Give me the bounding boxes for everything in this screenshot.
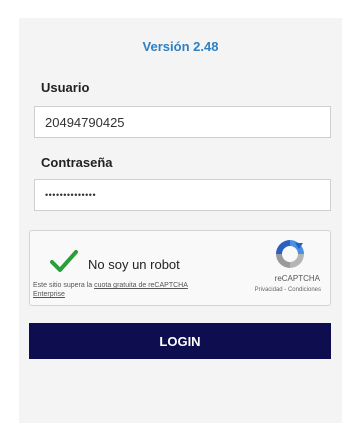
version-label: Versión 2.48	[142, 39, 219, 54]
login-button[interactable]: LOGIN	[29, 323, 331, 359]
password-label: Contraseña	[41, 155, 113, 170]
username-label: Usuario	[41, 80, 90, 95]
quota-text: Este sitio supera la	[33, 282, 93, 289]
privacy-link[interactable]: Privacidad	[255, 287, 283, 293]
login-panel: Versión 2.48 Usuario 20494790425 Contras…	[19, 18, 342, 423]
password-value: ••••••••••••••	[45, 190, 97, 200]
recaptcha-logo-icon	[273, 237, 307, 271]
recaptcha-checkbox-label: No soy un robot	[88, 257, 180, 272]
recaptcha-links: Privacidad - Condiciones	[255, 287, 321, 293]
terms-link[interactable]: Condiciones	[288, 287, 321, 293]
checkmark-icon[interactable]	[49, 248, 79, 279]
recaptcha-brand: reCAPTCHA	[274, 274, 320, 283]
username-value: 20494790425	[45, 114, 125, 130]
recaptcha-widget: No soy un robot Este sitio supera la cuo…	[29, 230, 331, 306]
password-input[interactable]: ••••••••••••••	[34, 179, 331, 211]
username-input[interactable]: 20494790425	[34, 106, 331, 138]
recaptcha-quota-notice: Este sitio supera la cuota gratuita de r…	[33, 281, 208, 299]
